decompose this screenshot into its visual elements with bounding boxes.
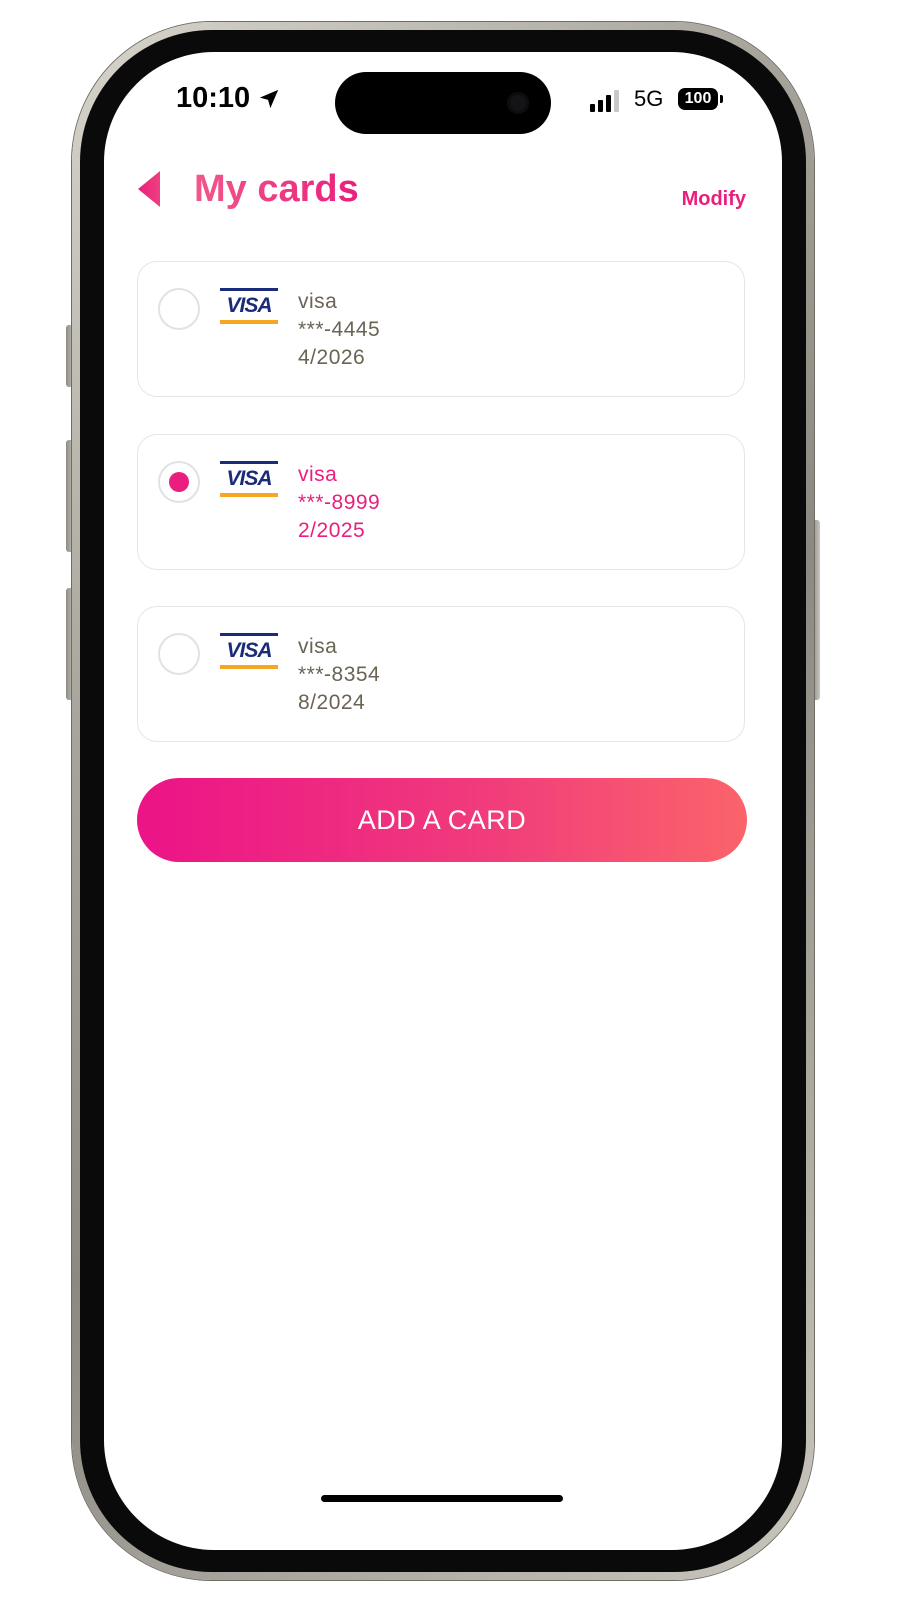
- card-item-1[interactable]: VISA visa ***-4445 4/2026: [137, 261, 745, 397]
- phone-screen: 10:10 5G 100 My cards Modify VISA visa *…: [104, 52, 782, 1550]
- visa-logo-icon: VISA: [220, 288, 278, 324]
- device-stage: 10:10 5G 100 My cards Modify VISA visa *…: [0, 0, 900, 1600]
- card-number: ***-8999: [298, 491, 381, 514]
- home-indicator[interactable]: [321, 1495, 563, 1502]
- card-number: ***-8354: [298, 663, 381, 686]
- card-brand: visa: [298, 463, 338, 486]
- card-brand: visa: [298, 290, 338, 313]
- card-expiry: 4/2026: [298, 346, 366, 369]
- cellular-signal-icon: [590, 90, 619, 112]
- status-time: 10:10: [176, 82, 251, 114]
- location-arrow-icon: [259, 89, 279, 109]
- dynamic-island: [335, 72, 551, 134]
- card-item-3[interactable]: VISA visa ***-8354 8/2024: [137, 606, 745, 742]
- card-radio-2[interactable]: [158, 461, 200, 503]
- visa-logo-icon: VISA: [220, 633, 278, 669]
- modify-button[interactable]: Modify: [682, 188, 746, 211]
- visa-logo-icon: VISA: [220, 461, 278, 497]
- card-details: visa ***-4445 4/2026: [298, 288, 380, 372]
- page-title: My cards: [194, 168, 359, 210]
- card-details: visa ***-8354 8/2024: [298, 633, 380, 717]
- card-brand: visa: [298, 635, 338, 658]
- card-radio-1[interactable]: [158, 288, 200, 330]
- network-label: 5G: [634, 86, 664, 111]
- battery-tip: [720, 95, 723, 103]
- card-details: visa ***-8999 2/2025: [298, 461, 380, 545]
- card-item-2[interactable]: VISA visa ***-8999 2/2025: [137, 434, 745, 570]
- back-arrow-icon[interactable]: [136, 169, 162, 209]
- radio-selected-dot: [169, 472, 189, 492]
- card-expiry: 2/2025: [298, 519, 366, 542]
- add-card-button[interactable]: ADD A CARD: [137, 778, 747, 862]
- front-camera: [507, 92, 529, 114]
- card-expiry: 8/2024: [298, 691, 366, 714]
- card-radio-3[interactable]: [158, 633, 200, 675]
- battery-icon: 100: [678, 88, 718, 110]
- card-number: ***-4445: [298, 318, 381, 341]
